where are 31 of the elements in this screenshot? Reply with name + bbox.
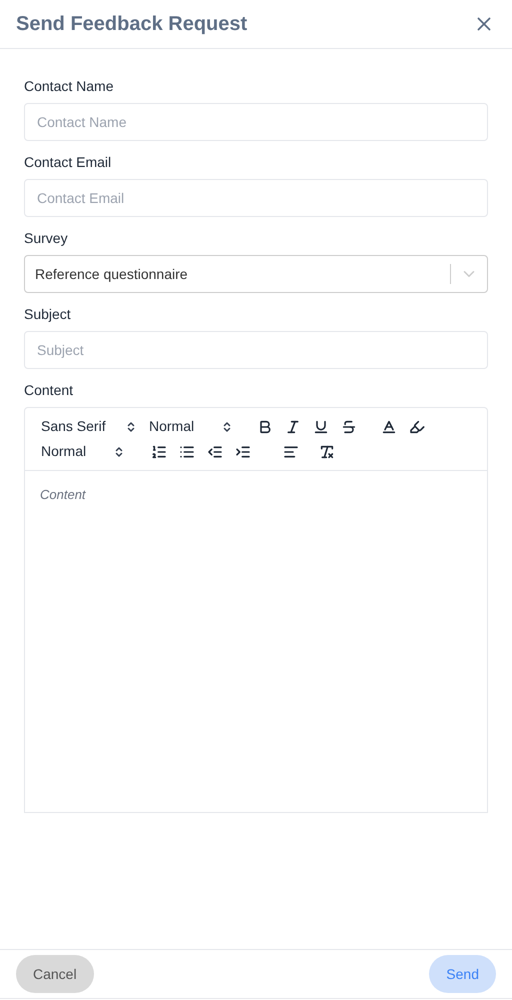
strikethrough-icon: [341, 418, 357, 434]
text-color-icon: [381, 418, 397, 434]
field-label: Subject: [24, 305, 72, 323]
highlight-icon: [409, 418, 425, 434]
clear-format-icon: [319, 444, 335, 460]
bullet-list-icon: [179, 444, 195, 460]
italic-icon: [285, 418, 301, 434]
field-label: Contact Email: [24, 153, 112, 171]
outdent-icon: [207, 444, 223, 460]
field-label: Survey: [24, 229, 69, 247]
updown-icon: [113, 446, 125, 458]
updown-icon: [221, 420, 233, 432]
size-dropdown[interactable]: Normal: [149, 416, 233, 437]
underline-icon: [313, 418, 329, 434]
indent-icon: [235, 444, 251, 460]
bold-icon: [257, 418, 273, 434]
text-field[interactable]: Subject: [24, 331, 488, 369]
heading-dropdown[interactable]: Normal: [41, 441, 125, 462]
text-field[interactable]: Contact Name: [24, 103, 488, 141]
text-field[interactable]: Contact Email: [24, 179, 488, 217]
survey-select[interactable]: Reference questionnaire: [24, 255, 488, 293]
content-editor[interactable]: Content: [24, 471, 488, 813]
align-left-icon: [283, 444, 299, 460]
cancel-button[interactable]: Cancel: [16, 955, 94, 993]
field-label: Content: [24, 381, 74, 399]
font-dropdown[interactable]: Sans Serif: [41, 416, 137, 437]
ordered-list-icon: [151, 444, 167, 460]
editor-placeholder: Content: [40, 487, 86, 502]
dialog-title: Send Feedback Request: [16, 12, 248, 37]
updown-icon: [125, 420, 137, 432]
field-label: Contact Name: [24, 77, 114, 95]
